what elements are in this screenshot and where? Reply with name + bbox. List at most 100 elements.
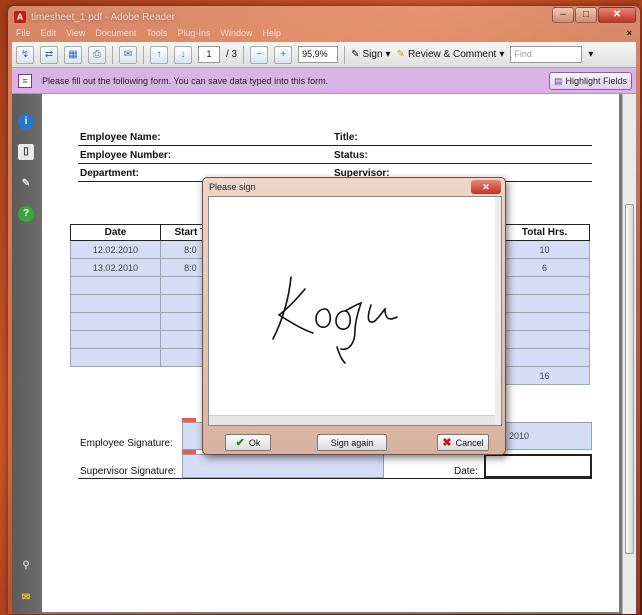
form-rule xyxy=(78,478,592,479)
date-cell[interactable] xyxy=(70,348,161,367)
scrollbar-thumb[interactable] xyxy=(625,204,634,554)
date-cell[interactable]: 13.02.2010 xyxy=(70,258,161,277)
title-label: Title: xyxy=(334,132,358,143)
toolbar-separator xyxy=(344,45,346,64)
total-cell[interactable] xyxy=(499,276,590,295)
menu-document[interactable]: Document xyxy=(95,28,136,42)
signature-pad[interactable] xyxy=(208,196,502,426)
toolbar-separator xyxy=(112,45,113,64)
date-cell[interactable]: 12.02.2010 xyxy=(70,240,161,259)
window-title: timesheet_1.pdf - Adobe Reader xyxy=(31,11,175,23)
find-options-icon[interactable]: ▾ xyxy=(588,49,593,60)
save-icon[interactable]: ▦ xyxy=(64,45,82,64)
menu-bar: File Edit View Document Tools Plug-Ins W… xyxy=(12,28,636,42)
minimize-button[interactable]: – xyxy=(552,7,574,23)
form-rule xyxy=(78,145,592,146)
maximize-button[interactable]: □ xyxy=(575,7,597,23)
info-icon[interactable]: i xyxy=(18,114,34,130)
highlight-icon: ▤ xyxy=(553,75,563,86)
supervisor-signature-label: Supervisor Signature: xyxy=(80,466,177,477)
pad-vertical-scrollbar[interactable] xyxy=(495,197,501,425)
ok-label: Ok xyxy=(248,437,261,448)
comments-icon[interactable]: ✉ xyxy=(18,590,34,606)
comment-icon: ✎ xyxy=(396,49,405,60)
review-comment-button[interactable]: ✎ Review & Comment ▾ xyxy=(397,49,505,60)
chevron-down-icon: ▾ xyxy=(385,49,391,60)
dialog-close-button[interactable]: ✕ xyxy=(471,180,501,194)
ok-button[interactable]: ✔ Ok xyxy=(225,434,271,451)
sign-dialog: Please sign ✕ ✔ Ok Sign again ✖ Cancel xyxy=(202,177,506,455)
supervisor-signature-field[interactable] xyxy=(182,454,384,478)
window-controls: – □ ✕ xyxy=(552,7,636,23)
close-document-icon[interactable]: × xyxy=(627,28,632,38)
attachment-icon[interactable]: ⚲ xyxy=(18,558,34,574)
employee-number-label: Employee Number: xyxy=(80,150,172,161)
zoom-level[interactable]: 95,9% xyxy=(298,46,339,63)
combine-icon[interactable]: ⇄ xyxy=(40,45,58,64)
column-header-total: Total Hrs. xyxy=(499,224,590,241)
help-icon[interactable]: ? xyxy=(18,206,34,222)
toolbar-separator xyxy=(143,45,144,64)
total-cell[interactable]: 10 xyxy=(499,240,590,259)
navigation-panel: i ▯ ✎ ? ⚲ ✉ xyxy=(12,94,42,614)
menu-view[interactable]: View xyxy=(66,28,85,42)
page-number-input[interactable]: 1 xyxy=(198,46,220,63)
pad-horizontal-scrollbar[interactable] xyxy=(209,415,495,425)
date-cell[interactable] xyxy=(70,294,161,313)
sign-again-label: Sign again xyxy=(330,437,374,448)
pages-icon[interactable]: ▯ xyxy=(18,144,34,160)
total-cell[interactable] xyxy=(499,294,590,313)
zoom-in-icon[interactable]: + xyxy=(274,45,293,64)
empty-cell xyxy=(70,366,161,385)
form-info-icon: ≡ xyxy=(18,73,32,88)
zoom-out-icon[interactable]: − xyxy=(250,45,269,64)
menu-tools[interactable]: Tools xyxy=(146,28,167,42)
date-cell[interactable] xyxy=(70,312,161,331)
total-cell[interactable]: 6 xyxy=(499,258,590,277)
total-cell[interactable] xyxy=(499,348,590,367)
sign-again-button[interactable]: Sign again xyxy=(317,434,387,451)
menu-help[interactable]: Help xyxy=(262,28,281,42)
date-label: Date: xyxy=(454,466,478,477)
page-total: / 3 xyxy=(226,49,238,60)
dialog-title: Please sign xyxy=(209,182,256,192)
menu-file[interactable]: File xyxy=(16,28,31,42)
status-label: Status: xyxy=(334,150,368,161)
title-bar[interactable]: A timesheet_1.pdf - Adobe Reader – □ ✕ xyxy=(8,6,640,28)
highlight-label: Highlight Fields xyxy=(565,76,627,86)
toolbar: ↯ ⇄ ▦ ⎙ ✉ ↑ ↓ 1 / 3 − + 95,9% ✎ Sign ▾ ✎… xyxy=(12,42,636,68)
share-icon[interactable]: ✉ xyxy=(119,45,137,64)
create-pdf-icon[interactable]: ↯ xyxy=(16,45,34,64)
employee-name-label: Employee Name: xyxy=(80,132,161,143)
previous-page-icon[interactable]: ↑ xyxy=(150,45,168,64)
form-message: Please fill out the following form. You … xyxy=(42,75,329,86)
menu-window[interactable]: Window xyxy=(220,28,252,42)
next-page-icon[interactable]: ↓ xyxy=(174,45,192,64)
vertical-scrollbar[interactable] xyxy=(622,94,636,614)
employee-date-value: 2010 xyxy=(509,431,530,441)
department-label: Department: xyxy=(80,168,139,179)
review-label: Review & Comment xyxy=(407,49,497,60)
menu-edit[interactable]: Edit xyxy=(41,28,57,42)
date-cell[interactable] xyxy=(70,330,161,349)
sign-button[interactable]: ✎ Sign ▾ xyxy=(351,49,390,60)
toolbar-separator xyxy=(243,45,245,64)
find-input[interactable]: Find xyxy=(510,46,583,63)
date-cell[interactable] xyxy=(70,276,161,295)
total-cell[interactable] xyxy=(499,312,590,331)
sign-label: Sign xyxy=(362,49,383,60)
column-header-date: Date xyxy=(70,224,161,241)
supervisor-date-field[interactable] xyxy=(484,454,592,478)
menu-plugins[interactable]: Plug-Ins xyxy=(177,28,210,42)
close-window-button[interactable]: ✕ xyxy=(598,7,636,23)
grand-total-cell[interactable]: 16 xyxy=(499,366,590,385)
employee-signature-label: Employee Signature: xyxy=(80,438,173,449)
cancel-label: Cancel xyxy=(455,437,484,448)
form-message-bar: ≡ Please fill out the following form. Yo… xyxy=(12,68,636,94)
total-cell[interactable] xyxy=(499,330,590,349)
print-icon[interactable]: ⎙ xyxy=(88,45,106,64)
highlight-fields-button[interactable]: ▤ Highlight Fields xyxy=(548,72,632,90)
adobe-reader-icon: A xyxy=(14,11,26,23)
cancel-button[interactable]: ✖ Cancel xyxy=(437,434,489,451)
edit-icon[interactable]: ✎ xyxy=(18,176,34,192)
